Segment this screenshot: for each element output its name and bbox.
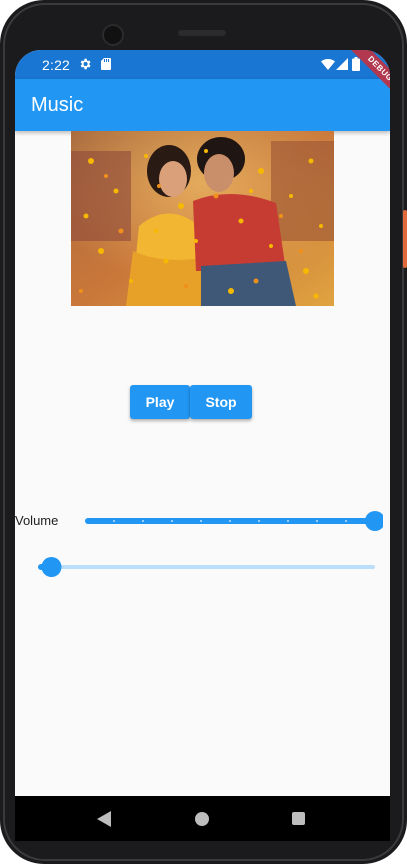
volume-slider-thumb[interactable] xyxy=(365,511,383,531)
volume-slider-tick xyxy=(345,520,347,522)
gear-icon xyxy=(80,58,91,70)
play-button[interactable]: Play xyxy=(130,385,190,419)
stop-button[interactable]: Stop xyxy=(190,385,252,419)
wifi-icon xyxy=(321,58,335,70)
volume-slider-tick xyxy=(258,520,260,522)
front-camera xyxy=(102,24,124,46)
seek-slider-track-inactive xyxy=(38,565,375,569)
volume-label: Volume xyxy=(15,513,59,528)
app-bar: Music xyxy=(15,79,390,131)
status-bar: 2:22 xyxy=(15,50,390,79)
volume-slider-tick xyxy=(229,520,231,522)
back-icon[interactable] xyxy=(97,811,111,827)
album-art-image xyxy=(71,131,334,306)
volume-slider-tick xyxy=(113,520,115,522)
sd-card-icon xyxy=(101,58,111,70)
seek-slider-thumb[interactable] xyxy=(41,557,62,577)
album-art-illustration xyxy=(71,131,334,306)
status-time: 2:22 xyxy=(42,57,71,73)
volume-slider-tick xyxy=(142,520,144,522)
volume-slider-tick xyxy=(287,520,289,522)
system-navigation-bar xyxy=(15,796,390,841)
recents-icon[interactable] xyxy=(292,812,305,825)
volume-slider-tick xyxy=(200,520,202,522)
volume-slider-tick xyxy=(171,520,173,522)
page-title: Music xyxy=(31,94,84,116)
home-icon[interactable] xyxy=(195,812,209,826)
volume-slider-tick xyxy=(316,520,318,522)
phone-frame: 2:22 Music Play Stop Volume DEBUG xyxy=(0,0,407,864)
signal-icon xyxy=(336,58,348,70)
power-button[interactable] xyxy=(403,210,407,268)
seek-slider[interactable] xyxy=(30,555,383,579)
earpiece-speaker xyxy=(178,30,226,36)
app-screen: 2:22 Music Play Stop Volume DEBUG xyxy=(15,50,390,830)
battery-icon xyxy=(352,57,360,71)
volume-slider[interactable] xyxy=(77,509,383,533)
